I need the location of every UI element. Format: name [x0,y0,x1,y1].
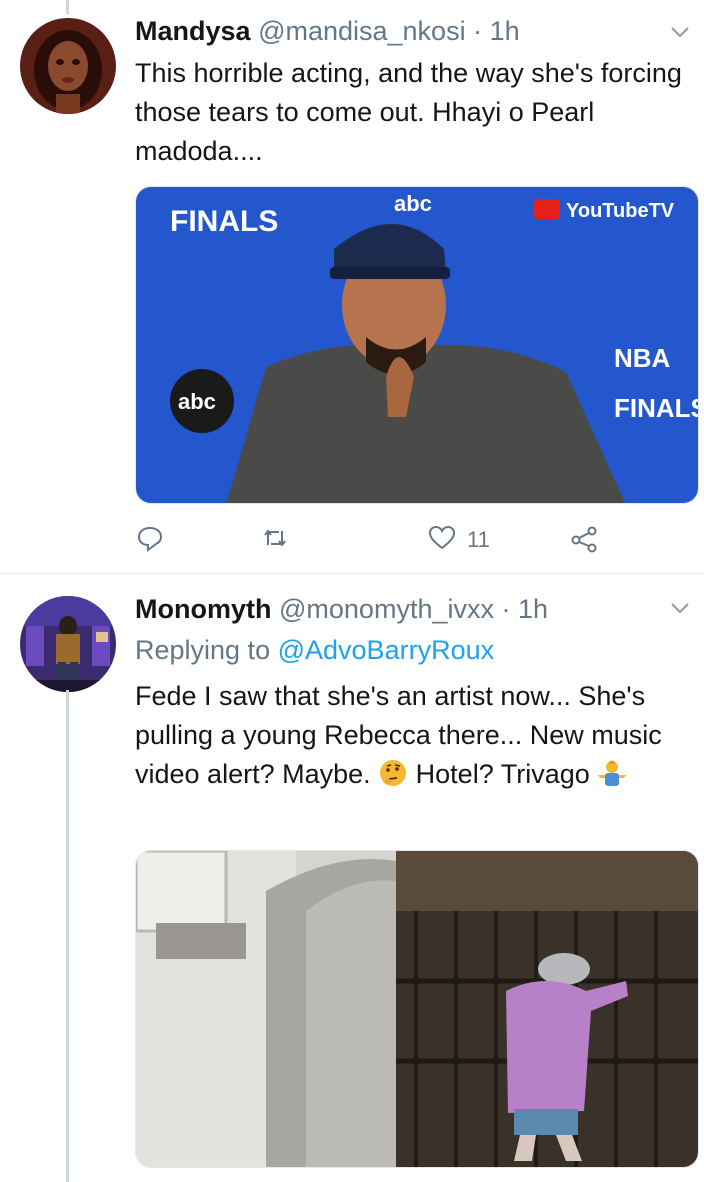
replying-to-label: Replying to [135,635,271,665]
thread-line [66,690,69,1182]
reply-button[interactable] [135,522,175,558]
chevron-down-icon[interactable] [668,596,692,620]
tweet-header: Monomyth @monomyth_ivxx · 1h [135,592,548,626]
heart-icon [427,523,457,558]
replying-to-handle[interactable]: @AdvoBarryRoux [278,635,495,665]
finals-logo-text: FINALS [170,205,278,238]
abc-logo-text-top: abc [394,191,432,216]
nba-logo-text: NBA [614,343,671,373]
youtubetv-logo-text: YouTubeTV [566,200,675,222]
chevron-down-icon[interactable] [668,20,692,44]
tweet-header: Mandysa @mandisa_nkosi · 1h [135,14,520,48]
timestamp[interactable]: 1h [490,16,520,46]
reply-icon [135,523,165,558]
user-handle[interactable]: @monomyth_ivxx [279,594,494,624]
display-name[interactable]: Mandysa [135,16,251,46]
nba-finals-logo-text: FINALS [614,393,699,423]
avatar[interactable] [20,18,116,114]
separator: · [473,16,483,46]
tweet-text: This horrible acting, and the way she's … [135,58,682,166]
tweet-actions: 11 [135,522,615,558]
abc-logo-text-left: abc [178,389,216,414]
tweet[interactable]: Mandysa @mandisa_nkosi · 1h This horribl… [0,0,704,574]
display-name[interactable]: Monomyth [135,594,271,624]
retweet-icon [260,523,290,558]
like-button[interactable]: 11 [427,522,490,558]
separator: · [501,594,511,624]
thinking-face-icon [378,758,408,788]
tweet-text: Fede I saw that she's an artist now... S… [135,677,695,794]
tweet[interactable]: Monomyth @monomyth_ivxx · 1h Replying to… [0,574,704,1182]
user-handle[interactable]: @mandisa_nkosi [258,16,466,46]
share-button[interactable] [569,522,599,558]
avatar[interactable] [20,596,116,692]
replying-to: Replying to @AdvoBarryRoux [135,633,494,667]
share-icon [569,523,599,558]
timestamp[interactable]: 1h [518,594,548,624]
tweet-image[interactable] [135,850,699,1168]
retweet-button[interactable] [260,522,300,558]
tweet-image[interactable]: FINALS abc YouTubeTV NBA FINALS abc [135,186,699,504]
man-shrugging-icon [597,758,627,788]
like-count: 11 [467,527,490,552]
tweet-text-part2: Hotel? Trivago [408,759,598,789]
